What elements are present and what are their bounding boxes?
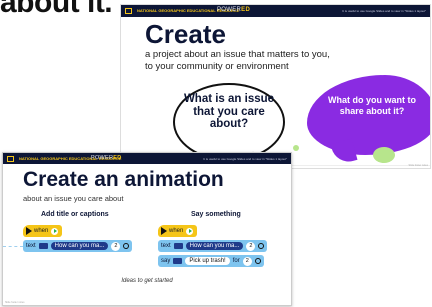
text-caption-block[interactable]: text How can you ma... 2 xyxy=(23,240,133,252)
page-heading: about it. xyxy=(0,0,113,19)
column-heading-say: Say something xyxy=(191,211,241,218)
green-flag-icon xyxy=(186,227,194,235)
ideas-caption: Ideas to get started xyxy=(121,278,173,284)
green-flag-icon xyxy=(51,227,59,235)
seconds-input[interactable]: 2 xyxy=(111,241,121,251)
play-icon xyxy=(26,227,32,235)
slide-footer-text: Slide footer notes xyxy=(5,301,25,304)
slide-title: Create an animation xyxy=(23,168,224,191)
when-flag-block[interactable]: when xyxy=(158,225,198,237)
slide-create-thumbnail[interactable]: NATIONAL GEOGRAPHIC EDUCATIONAL RESOURCE… xyxy=(120,4,431,169)
caption-input[interactable]: How can you ma... xyxy=(185,242,244,250)
green-dot-decoration xyxy=(293,145,299,151)
slide-header-bar: NATIONAL GEOGRAPHIC EDUCATIONAL RESOURCE… xyxy=(3,153,291,164)
when-label: when xyxy=(34,228,49,234)
text-caption-block[interactable]: text How can you ma... 2 xyxy=(158,240,268,252)
purple-bubble-text: What do you want to share about it? xyxy=(328,95,416,116)
header-note: It is useful to use Google Slides and to… xyxy=(342,9,426,13)
caption-icon xyxy=(173,243,183,249)
program-logo: POWERED xyxy=(91,155,122,161)
slide-subtitle: a project about an issue that matters to… xyxy=(145,49,330,72)
dashed-connector xyxy=(3,246,23,247)
seconds-input[interactable]: 2 xyxy=(246,241,256,251)
timer-icon xyxy=(123,243,130,249)
caption-input[interactable]: How can you ma... xyxy=(50,242,109,250)
say-input[interactable]: Pick up trash! xyxy=(185,257,230,265)
caption-icon xyxy=(38,243,48,249)
speech-icon xyxy=(173,258,183,264)
question-text: What is an issue that you care about? xyxy=(183,93,275,130)
slide-header-bar: NATIONAL GEOGRAPHIC EDUCATIONAL RESOURCE… xyxy=(121,5,430,17)
slide-footer-text: Slide footer notes xyxy=(408,164,428,167)
play-icon xyxy=(161,227,167,235)
slide-create-animation[interactable]: NATIONAL GEOGRAPHIC EDUCATIONAL RESOURCE… xyxy=(2,152,292,306)
seconds-input[interactable]: 2 xyxy=(242,256,252,266)
header-note: It is useful to use Google Slides and to… xyxy=(203,157,287,161)
timer-icon xyxy=(254,258,261,264)
say-for-block[interactable]: say Pick up trash! for 2 xyxy=(158,255,264,267)
green-blob-decoration xyxy=(373,147,395,163)
timer-icon xyxy=(258,243,265,249)
natgeo-logo-icon xyxy=(7,156,14,162)
when-label: when xyxy=(169,228,184,234)
slide-title: Create xyxy=(145,19,226,49)
when-flag-block[interactable]: when xyxy=(23,225,63,237)
say-label: say xyxy=(161,258,171,264)
text-label: text xyxy=(161,243,171,249)
for-label: for xyxy=(232,258,240,264)
natgeo-logo-icon xyxy=(125,8,132,14)
program-logo: POWERED xyxy=(217,7,251,13)
column-heading-captions: Add title or captions xyxy=(41,211,109,218)
text-label: text xyxy=(26,243,36,249)
slide-subtitle: about an issue you care about xyxy=(23,194,124,203)
